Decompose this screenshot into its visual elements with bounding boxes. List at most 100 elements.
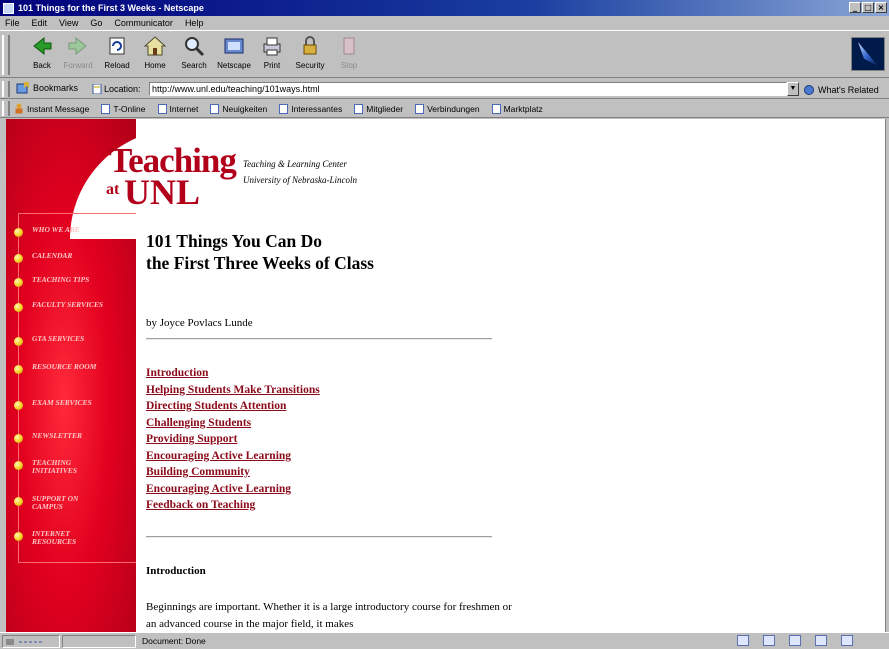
- toc-link-directing-attention[interactable]: Directing Students Attention: [146, 398, 320, 415]
- home-button[interactable]: Home: [135, 35, 175, 70]
- toc-link-introduction[interactable]: Introduction: [146, 365, 320, 382]
- location-toolbar: Bookmarks Location: http://www.unl.edu/t…: [0, 79, 889, 99]
- menu-communicator[interactable]: Communicator: [113, 18, 174, 28]
- sidebar-item-label: GTA Services: [32, 334, 85, 343]
- back-label: Back: [33, 61, 51, 70]
- toc-link-transitions[interactable]: Helping Students Make Transitions: [146, 382, 320, 399]
- yellow-bullet-icon: [14, 497, 23, 506]
- menu-help[interactable]: Help: [184, 18, 205, 28]
- print-button[interactable]: Print: [252, 35, 292, 70]
- toc-link-active-learning[interactable]: Encouraging Active Learning: [146, 448, 320, 465]
- sidebar-item-resource-room[interactable]: Resource Room: [14, 363, 108, 374]
- interessantes-link[interactable]: Interessantes: [279, 103, 343, 114]
- reload-button[interactable]: Reload: [97, 35, 137, 70]
- verbindungen-link[interactable]: Verbindungen: [415, 103, 480, 114]
- whats-related-button[interactable]: What's Related: [803, 84, 879, 95]
- sidebar-item-gta-services[interactable]: GTA Services: [14, 335, 108, 346]
- yellow-bullet-icon: [14, 461, 23, 470]
- verbindungen-label: Verbindungen: [427, 103, 480, 114]
- page-title: 101 Things You Can Do the First Three We…: [146, 230, 374, 274]
- toolbar-grip[interactable]: [2, 35, 10, 75]
- netscape-button[interactable]: Netscape: [214, 35, 254, 70]
- instant-message-link[interactable]: Instant Message: [14, 103, 89, 114]
- sidebar-item-calendar[interactable]: Calendar: [14, 252, 108, 263]
- menu-file[interactable]: File: [4, 18, 21, 28]
- stop-icon: [338, 35, 360, 57]
- yellow-bullet-icon: [14, 434, 23, 443]
- security-status-icon[interactable]: [3, 636, 55, 647]
- page-title-line1: 101 Things You Can Do: [146, 231, 323, 251]
- security-label: Security: [295, 61, 325, 70]
- security-lock-icon: [299, 35, 321, 57]
- sidebar-item-internet-resources[interactable]: Internet Resources: [14, 530, 108, 546]
- sidebar-item-label: Exam Services: [32, 398, 92, 407]
- sidebar-item-label: Newsletter: [32, 431, 83, 440]
- mitglieder-link[interactable]: Mitglieder: [354, 103, 403, 114]
- search-button[interactable]: Search: [174, 35, 214, 70]
- mail-icon[interactable]: [763, 635, 775, 646]
- composer-icon[interactable]: [841, 635, 853, 646]
- marktplatz-link[interactable]: Marktplatz: [491, 103, 543, 114]
- window-controls: _ □ ×: [849, 2, 887, 13]
- menu-view[interactable]: View: [58, 18, 79, 28]
- newsgroups-icon[interactable]: [789, 635, 801, 646]
- sidebar-item-newsletter[interactable]: Newsletter: [14, 432, 108, 443]
- menu-bar: File Edit View Go Communicator Help: [0, 16, 889, 30]
- internet-link[interactable]: Internet: [157, 103, 198, 114]
- marktplatz-label: Marktplatz: [503, 103, 543, 114]
- yellow-bullet-icon: [14, 337, 23, 346]
- logo-at-text: at: [106, 181, 120, 198]
- whats-related-label: What's Related: [818, 84, 879, 95]
- minimize-button[interactable]: _: [849, 2, 861, 13]
- back-arrow-icon: [31, 35, 53, 57]
- bookmarks-icon: [16, 82, 29, 94]
- location-label: Location:: [104, 84, 141, 94]
- sidebar-item-faculty-services[interactable]: Faculty Services: [14, 301, 108, 312]
- sidebar-item-label: Teaching Initiatives: [32, 458, 78, 475]
- security-button[interactable]: Security: [290, 35, 330, 70]
- forward-button[interactable]: Forward: [58, 35, 98, 70]
- yellow-bullet-icon: [14, 303, 23, 312]
- url-history-dropdown[interactable]: ▼: [787, 82, 799, 96]
- url-field[interactable]: http://www.unl.edu/teaching/101ways.html: [149, 82, 787, 96]
- sidebar-item-support-on-campus[interactable]: Support on Campus: [14, 495, 108, 511]
- menu-go[interactable]: Go: [89, 18, 103, 28]
- page-proxy-icon[interactable]: [92, 84, 102, 94]
- location-toolbar-grip[interactable]: [2, 81, 10, 97]
- divider: [146, 338, 492, 340]
- maximize-button[interactable]: □: [862, 2, 874, 13]
- close-button[interactable]: ×: [875, 2, 887, 13]
- menu-edit[interactable]: Edit: [31, 18, 49, 28]
- t-online-link[interactable]: T-Online: [101, 103, 146, 114]
- sidebar-item-who-we-are[interactable]: Who We Are: [14, 226, 108, 237]
- vertical-scrollbar[interactable]: [885, 119, 889, 632]
- navigator-icon[interactable]: [737, 635, 749, 646]
- navigation-toolbar: Back Forward Reload Home Search Netscape: [0, 30, 889, 78]
- sidebar-item-teaching-initiatives[interactable]: Teaching Initiatives: [14, 459, 108, 475]
- section-heading: Introduction: [146, 565, 206, 577]
- toc-link-challenging[interactable]: Challenging Students: [146, 415, 320, 432]
- toc-link-active-learning-2[interactable]: Encouraging Active Learning: [146, 481, 320, 498]
- sidebar-item-exam-services[interactable]: Exam Services: [14, 399, 108, 410]
- toc-link-feedback[interactable]: Feedback on Teaching: [146, 497, 320, 514]
- toc-link-community[interactable]: Building Community: [146, 464, 320, 481]
- stop-button[interactable]: Stop: [329, 35, 369, 70]
- interessantes-label: Interessantes: [291, 103, 343, 114]
- home-icon: [143, 35, 167, 57]
- window-titlebar[interactable]: 101 Things for the First 3 Weeks - Netsc…: [0, 0, 889, 16]
- back-button[interactable]: Back: [22, 35, 62, 70]
- address-book-icon[interactable]: [815, 635, 827, 646]
- component-bar: [737, 635, 853, 646]
- neuigkeiten-label: Neuigkeiten: [222, 103, 268, 114]
- sidebar-item-label: Faculty Services: [32, 300, 104, 309]
- sidebar-item-teaching-tips[interactable]: Teaching Tips: [14, 276, 108, 287]
- bookmarks-button[interactable]: Bookmarks: [16, 82, 78, 94]
- personal-toolbar-grip[interactable]: [2, 101, 10, 116]
- netscape-throbber-logo[interactable]: [851, 37, 885, 71]
- connection-indicator: [2, 635, 60, 648]
- neuigkeiten-link[interactable]: Neuigkeiten: [210, 103, 268, 114]
- toc-link-support[interactable]: Providing Support: [146, 431, 320, 448]
- progress-meter: [62, 635, 136, 648]
- search-icon: [183, 35, 205, 57]
- related-icon: [804, 85, 814, 95]
